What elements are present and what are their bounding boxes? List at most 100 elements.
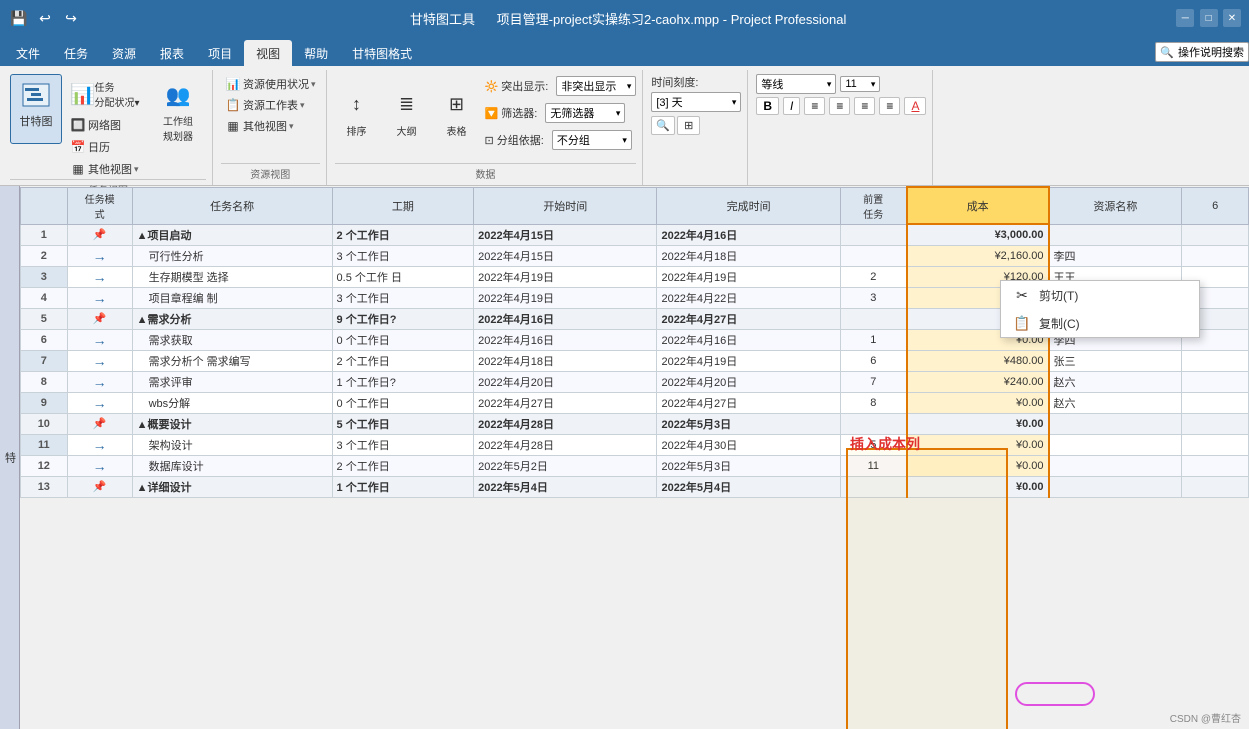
cell-duration: 5 个工作日	[332, 413, 474, 434]
tab-gantt-format[interactable]: 甘特图格式	[340, 40, 424, 66]
cell-extra	[1182, 476, 1249, 497]
header-col6[interactable]: 6	[1182, 187, 1249, 224]
cell-taskname: 可行性分析	[132, 245, 332, 266]
header-resourcenames[interactable]: 资源名称	[1049, 187, 1182, 224]
header-cost[interactable]: 成本	[907, 187, 1049, 224]
outline-btn[interactable]: ≣ 大纲	[385, 84, 429, 143]
font-size-select[interactable]: 11 ▾	[840, 76, 880, 92]
table-row[interactable]: 13📌▲详细设计1 个工作日2022年5月4日2022年5月4日¥0.00	[21, 476, 1249, 497]
minimize-btn[interactable]: ─	[1176, 9, 1194, 27]
sort-btn[interactable]: ↕ 排序	[335, 84, 379, 143]
table-row[interactable]: 7→需求分析个 需求编写2 个工作日2022年4月18日2022年4月19日6¥…	[21, 350, 1249, 371]
cell-finishtime: 2022年4月27日	[657, 392, 840, 413]
save-icon[interactable]: 💾	[8, 7, 30, 29]
tab-help[interactable]: 帮助	[292, 40, 340, 66]
menu-item-剪切t[interactable]: ✂剪切(T)	[1001, 281, 1199, 309]
header-finishtime[interactable]: 完成时间	[657, 187, 840, 224]
ribbon-group-taskview: 甘特图 📊 任务分配状况▾ 🔲 网络图 📅 日历	[4, 70, 213, 185]
cell-starttime: 2022年5月4日	[474, 476, 657, 497]
align-justify-btn[interactable]: ≡	[879, 97, 900, 115]
filter-select[interactable]: 无筛选器 ▾	[545, 103, 625, 123]
bold-btn[interactable]: B	[756, 97, 779, 115]
close-btn[interactable]: ✕	[1223, 9, 1241, 27]
header-taskname[interactable]: 任务名称	[132, 187, 332, 224]
task-dist-btn[interactable]: 📊 任务分配状况▾	[66, 74, 146, 114]
cell-cost: ¥3,000.00	[907, 224, 1049, 245]
cell-cost: ¥2,160.00	[907, 245, 1049, 266]
tab-report[interactable]: 报表	[148, 40, 196, 66]
cell-finishtime: 2022年4月18日	[657, 245, 840, 266]
cell-predecessors	[840, 245, 907, 266]
network-btn[interactable]: 🔲 网络图	[66, 115, 146, 135]
tab-task[interactable]: 任务	[52, 40, 100, 66]
cell-resourcenames	[1049, 476, 1182, 497]
table-row[interactable]: 2→可行性分析3 个工作日2022年4月15日2022年4月18日¥2,160.…	[21, 245, 1249, 266]
gantt-btn[interactable]: 甘特图	[10, 74, 62, 144]
table-header-row: 任务模式 任务名称 工期 开始时间 完成时间 前置任务 成本 资源名称 6	[21, 187, 1249, 224]
cell-taskname: ▲概要设计	[132, 413, 332, 434]
cell-taskname: ▲需求分析	[132, 308, 332, 329]
align-center-btn[interactable]: ≡	[829, 97, 850, 115]
cell-taskmode: 📌	[67, 308, 132, 329]
highlight-select[interactable]: 非突出显示 ▾	[556, 76, 636, 96]
resource-worktable-btn[interactable]: 📋 资源工作表 ▾	[221, 95, 320, 115]
cell-taskname: 生存期模型 选择	[132, 266, 332, 287]
header-duration[interactable]: 工期	[332, 187, 474, 224]
group-select[interactable]: 不分组 ▾	[552, 130, 632, 150]
cell-finishtime: 2022年5月3日	[657, 413, 840, 434]
cell-predecessors	[840, 413, 907, 434]
cell-resourcenames	[1049, 224, 1182, 245]
header-taskmode[interactable]: 任务模式	[67, 187, 132, 224]
window-controls[interactable]: ─ □ ✕	[1174, 9, 1241, 27]
tab-view[interactable]: 视图	[244, 40, 292, 66]
font-color-btn[interactable]: A	[904, 97, 926, 115]
table-btn[interactable]: ⊞ 表格	[435, 84, 479, 143]
cell-predecessors: 3	[840, 287, 907, 308]
align-right-btn[interactable]: ≡	[854, 97, 875, 115]
cell-taskname: 需求获取	[132, 329, 332, 350]
cell-rownum: 2	[21, 245, 68, 266]
cell-rownum: 6	[21, 329, 68, 350]
cell-starttime: 2022年4月16日	[474, 308, 657, 329]
cell-rownum: 3	[21, 266, 68, 287]
menu-item-复制c[interactable]: 📋复制(C)	[1001, 309, 1199, 337]
tab-file[interactable]: 文件	[4, 40, 52, 66]
table-row[interactable]: 1📌▲项目启动2 个工作日2022年4月15日2022年4月16日¥3,000.…	[21, 224, 1249, 245]
other-view-btn[interactable]: ▦ 其他视图 ▾	[66, 159, 146, 179]
cell-duration: 2 个工作日	[332, 350, 474, 371]
ribbon-tabs: 文件 任务 资源 报表 项目 视图 帮助 甘特图格式 🔍 操作说明搜索	[0, 36, 1249, 66]
calendar-btn[interactable]: 📅 日历	[66, 137, 146, 157]
cell-finishtime: 2022年5月3日	[657, 455, 840, 476]
tab-project[interactable]: 项目	[196, 40, 244, 66]
italic-btn[interactable]: I	[783, 97, 800, 115]
table-row[interactable]: 11→架构设计3 个工作日2022年4月28日2022年4月30日5¥0.00	[21, 434, 1249, 455]
resource-other-view-btn[interactable]: ▦ 其他视图 ▾	[221, 116, 320, 136]
font-name-select[interactable]: 等线 ▾	[756, 74, 836, 94]
undo-btn[interactable]: ↩	[34, 7, 56, 29]
insert-cost-column-label: 插入成本列	[850, 434, 920, 454]
insert-col-highlight-circle	[1015, 682, 1095, 706]
header-starttime[interactable]: 开始时间	[474, 187, 657, 224]
cell-rownum: 10	[21, 413, 68, 434]
cell-taskmode: →	[67, 455, 132, 476]
resource-usage-btn[interactable]: 📊 资源使用状况 ▾	[221, 74, 320, 94]
timescale-select[interactable]: [3] 天 ▾	[651, 92, 741, 112]
title-bar-left: 💾 ↩ ↪	[8, 7, 82, 29]
operation-search[interactable]: 🔍 操作说明搜索	[1155, 42, 1249, 62]
timescale-search-btn[interactable]: 🔍	[651, 116, 675, 135]
table-row[interactable]: 10📌▲概要设计5 个工作日2022年4月28日2022年5月3日¥0.00	[21, 413, 1249, 434]
table-row[interactable]: 8→需求评审1 个工作日?2022年4月20日2022年4月20日7¥240.0…	[21, 371, 1249, 392]
cell-cost: ¥0.00	[907, 392, 1049, 413]
maximize-btn[interactable]: □	[1200, 9, 1218, 27]
table-row[interactable]: 9→wbs分解0 个工作日2022年4月27日2022年4月27日8¥0.00赵…	[21, 392, 1249, 413]
redo-btn[interactable]: ↪	[60, 7, 82, 29]
header-predecessors[interactable]: 前置任务	[840, 187, 907, 224]
cell-starttime: 2022年4月15日	[474, 224, 657, 245]
workgroup-planner-btn[interactable]: 👥 工作组规划器	[150, 74, 206, 148]
ribbon-group-data: ↕ 排序 ≣ 大纲 ⊞ 表格 🔆 突出显示:	[329, 70, 644, 185]
align-left-btn[interactable]: ≡	[804, 97, 825, 115]
cell-predecessors: 6	[840, 350, 907, 371]
table-row[interactable]: 12→数据库设计2 个工作日2022年5月2日2022年5月3日11¥0.00	[21, 455, 1249, 476]
timescale-zoom-btn[interactable]: ⊞	[677, 116, 700, 135]
tab-resource[interactable]: 资源	[100, 40, 148, 66]
